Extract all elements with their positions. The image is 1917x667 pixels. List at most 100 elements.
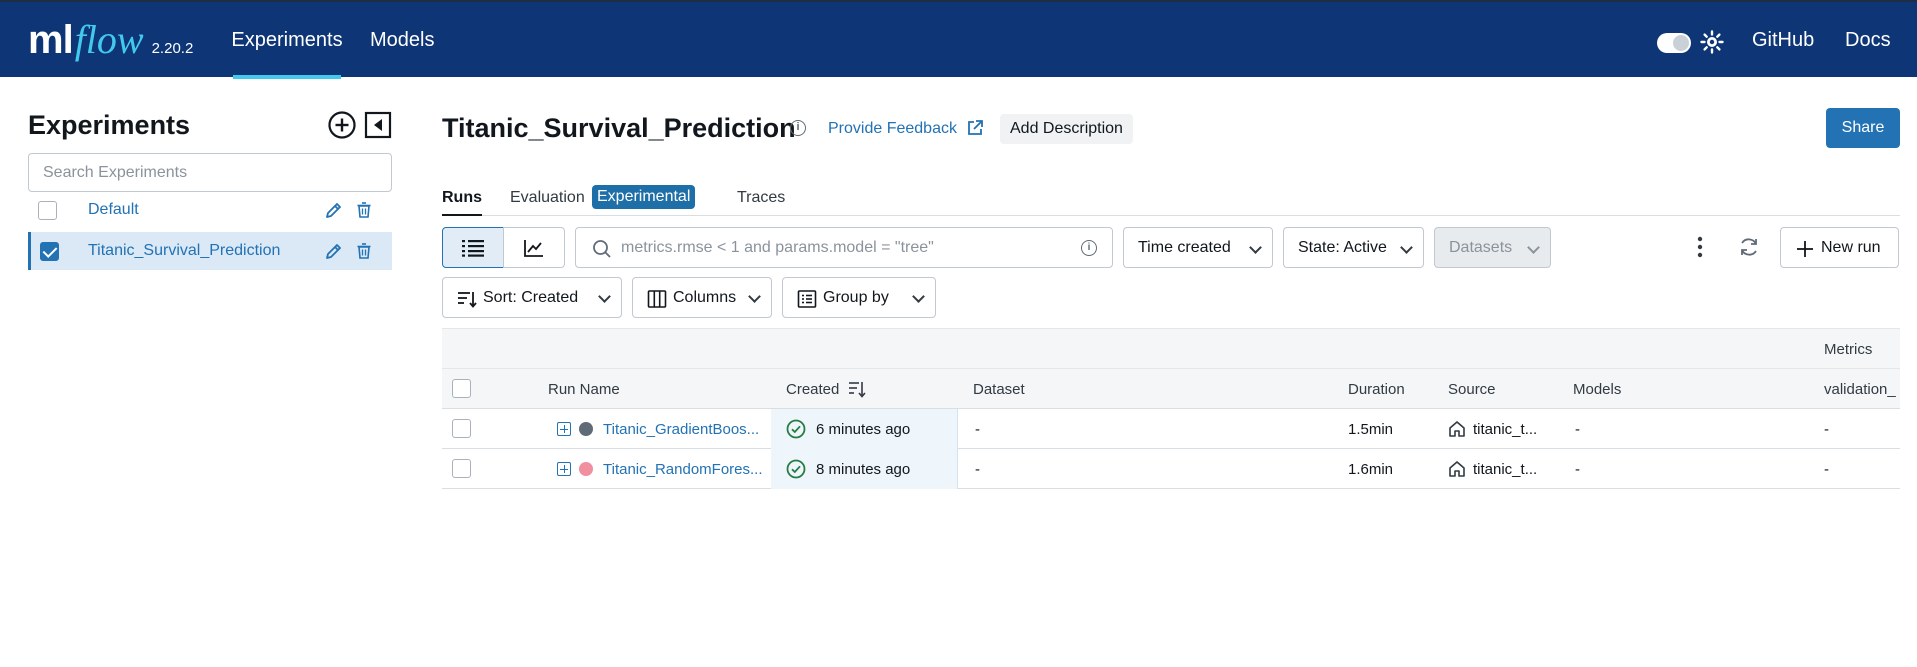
datasets-label: Datasets: [1449, 238, 1513, 256]
state-dropdown[interactable]: State: Active: [1283, 227, 1424, 268]
group-by-icon: [797, 290, 817, 308]
list-view-toggle[interactable]: [442, 227, 504, 268]
select-all-checkbox[interactable]: [452, 379, 471, 398]
experiment-title: Titanic_Survival_Prediction: [442, 113, 796, 143]
column-group-row: Metrics: [442, 328, 1900, 369]
delete-icon[interactable]: [354, 200, 374, 220]
models-value: -: [1575, 421, 1580, 438]
group-by-label: Group by: [823, 288, 889, 306]
time-created-dropdown[interactable]: Time created: [1123, 227, 1273, 268]
experiment-checkbox[interactable]: [38, 200, 57, 220]
state-label: State: Active: [1298, 238, 1387, 256]
search-icon: [593, 240, 611, 258]
source-value[interactable]: titanic_t...: [1473, 421, 1537, 438]
sidebar-title: Experiments: [28, 110, 191, 140]
add-experiment-icon[interactable]: [327, 110, 357, 140]
dark-mode-toggle[interactable]: [1657, 33, 1691, 53]
created-time: 6 minutes ago: [816, 421, 911, 438]
chevron-down-icon: [912, 290, 925, 303]
chart-icon: [524, 239, 543, 257]
refresh-icon[interactable]: [1738, 236, 1760, 258]
info-icon[interactable]: i: [1081, 240, 1097, 256]
table-row[interactable]: Titanic_RandomFores... 8 minutes ago - 1…: [442, 449, 1900, 489]
provide-feedback-link[interactable]: Provide Feedback: [828, 120, 957, 138]
chevron-down-icon: [748, 290, 761, 303]
experiment-item-default[interactable]: Default: [28, 191, 392, 229]
run-name-link[interactable]: Titanic_RandomFores...: [603, 461, 763, 478]
nav-experiments[interactable]: Experiments: [231, 2, 343, 79]
nav-docs[interactable]: Docs: [1845, 2, 1891, 79]
sort-label: Sort: Created: [483, 288, 579, 306]
source-value[interactable]: titanic_t...: [1473, 461, 1537, 478]
collapse-sidebar-icon[interactable]: [363, 110, 393, 140]
tabs-divider: [442, 215, 1900, 216]
time-created-label: Time created: [1138, 238, 1231, 256]
search-runs-input[interactable]: metrics.rmse < 1 and params.model = "tre…: [575, 227, 1113, 268]
search-experiments-input[interactable]: Search Experiments: [28, 153, 392, 192]
nav-models[interactable]: Models: [370, 2, 434, 79]
tab-traces[interactable]: Traces: [737, 189, 785, 207]
dataset-value: -: [975, 421, 980, 438]
expand-icon[interactable]: [557, 462, 571, 476]
sort-dropdown[interactable]: Sort: Created: [442, 277, 622, 318]
external-link-icon[interactable]: [965, 118, 985, 138]
new-run-label: New run: [1821, 238, 1881, 256]
source-home-icon: [1449, 461, 1465, 477]
tab-evaluation[interactable]: Evaluation: [510, 189, 585, 207]
success-check-icon: [786, 419, 806, 439]
columns-label: Columns: [673, 288, 737, 306]
edit-icon[interactable]: [324, 200, 344, 220]
run-name-link[interactable]: Titanic_GradientBoos...: [603, 421, 759, 438]
nav-github[interactable]: GitHub: [1752, 2, 1814, 79]
delete-icon[interactable]: [354, 241, 374, 261]
experiment-name[interactable]: Titanic_Survival_Prediction: [88, 242, 280, 260]
edit-icon[interactable]: [324, 241, 344, 261]
sun-icon[interactable]: [1700, 30, 1724, 54]
experiment-checkbox[interactable]: [40, 241, 59, 261]
new-run-button[interactable]: New run: [1780, 227, 1899, 268]
row-checkbox[interactable]: [452, 419, 471, 438]
validation-value: -: [1824, 421, 1829, 438]
experimental-badge: Experimental: [592, 185, 696, 209]
table-header-row: Run Name Created Dataset Duration Source…: [442, 369, 1900, 409]
columns-dropdown[interactable]: Columns: [632, 277, 772, 318]
share-button[interactable]: Share: [1826, 108, 1900, 148]
expand-icon[interactable]: [557, 422, 571, 436]
column-header-validation[interactable]: validation_: [1824, 381, 1896, 398]
column-header-duration[interactable]: Duration: [1348, 381, 1405, 398]
chart-view-toggle[interactable]: [503, 227, 565, 268]
experiment-name[interactable]: Default: [88, 201, 139, 219]
column-header-dataset[interactable]: Dataset: [973, 381, 1025, 398]
search-runs-placeholder: metrics.rmse < 1 and params.model = "tre…: [621, 238, 934, 256]
duration-value: 1.5min: [1348, 421, 1394, 438]
success-check-icon: [786, 459, 806, 479]
info-icon[interactable]: i: [790, 120, 806, 136]
logo-flow-text: flow: [74, 17, 144, 62]
datasets-dropdown: Datasets: [1434, 227, 1551, 268]
table-row[interactable]: Titanic_GradientBoos... 6 minutes ago - …: [442, 409, 1900, 449]
sort-desc-icon[interactable]: [848, 380, 866, 398]
row-checkbox[interactable]: [452, 459, 471, 478]
sort-icon: [458, 292, 477, 308]
run-color-dot[interactable]: [579, 462, 593, 476]
run-color-dot[interactable]: [579, 422, 593, 436]
column-header-models[interactable]: Models: [1573, 381, 1621, 398]
group-by-dropdown[interactable]: Group by: [782, 277, 936, 318]
mlflow-logo[interactable]: ml flow 2.20.2: [28, 16, 193, 66]
tab-runs[interactable]: Runs: [442, 189, 482, 216]
version-label: 2.20.2: [151, 40, 194, 57]
duration-value: 1.6min: [1348, 461, 1394, 478]
experiment-item-titanic[interactable]: Titanic_Survival_Prediction: [28, 232, 392, 270]
more-options-icon[interactable]: [1697, 236, 1703, 258]
column-header-source[interactable]: Source: [1448, 381, 1496, 398]
column-header-created[interactable]: Created: [786, 381, 839, 398]
chevron-down-icon: [598, 290, 611, 303]
chevron-down-icon: [1400, 241, 1413, 254]
plus-icon: [1797, 241, 1813, 257]
chevron-down-icon: [1527, 241, 1540, 254]
top-navbar: ml flow 2.20.2 Experiments Models GitHub…: [0, 0, 1917, 79]
toggle-knob: [1673, 35, 1689, 51]
column-header-run-name[interactable]: Run Name: [548, 381, 620, 398]
add-description-button[interactable]: Add Description: [1000, 114, 1133, 144]
logo-ml-text: ml: [28, 18, 74, 62]
